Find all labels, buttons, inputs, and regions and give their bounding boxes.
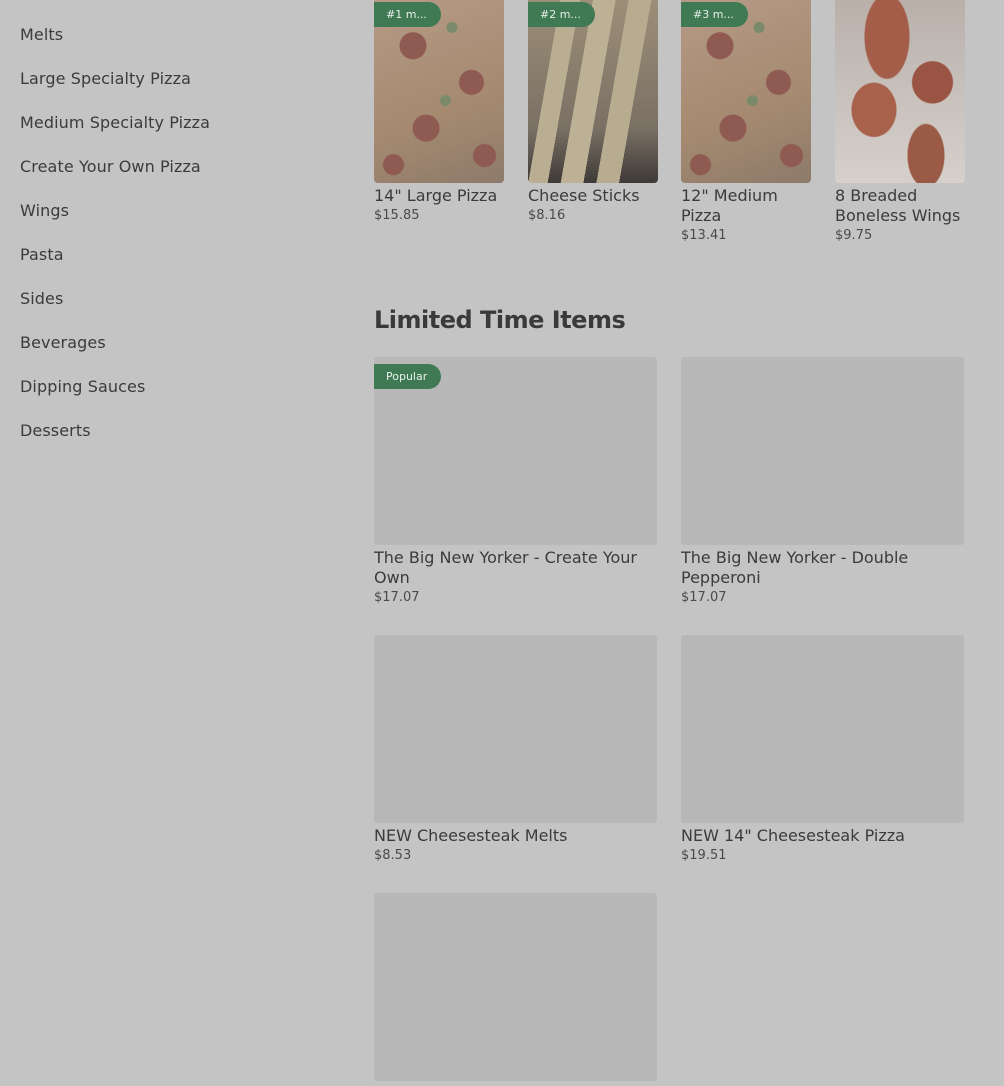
menu-page: Melts Large Specialty Pizza Medium Speci… (0, 0, 1004, 1086)
rank-badge: #2 m... (528, 2, 595, 27)
product-name: Cheese Sticks (528, 186, 640, 205)
sidebar-item-dipping-sauces[interactable]: Dipping Sauces (20, 364, 320, 408)
sidebar-item-beverages[interactable]: Beverages (20, 320, 320, 364)
sidebar-item-pasta[interactable]: Pasta (20, 232, 320, 276)
product-image: #3 m... (681, 0, 811, 183)
rank-badge: #1 m... (374, 2, 441, 27)
popular-item-card[interactable]: #2 m... Cheese Sticks $8.16 (528, 0, 658, 223)
product-price: $8.16 (528, 208, 566, 223)
product-name: NEW 14" Cheesesteak Pizza (681, 826, 905, 845)
product-price: $17.07 (374, 590, 420, 605)
sidebar-item-desserts[interactable]: Desserts (20, 408, 320, 452)
limited-item-card[interactable]: NEW Cheesesteak Melts $8.53 (374, 635, 657, 863)
product-name: The Big New Yorker - Double Pepperoni (681, 548, 909, 587)
product-image-placeholder (681, 635, 964, 823)
product-image-placeholder (374, 635, 657, 823)
product-image: #1 m... (374, 0, 504, 183)
popular-badge: Popular (374, 364, 442, 389)
product-price: $19.51 (681, 848, 727, 863)
product-price: $9.75 (835, 228, 873, 243)
sidebar-item-wings[interactable]: Wings (20, 188, 320, 232)
popular-items-row: #1 m... 14" Large Pizza $15.85 #2 m... C… (374, 0, 974, 260)
limited-item-card[interactable] (374, 893, 657, 1081)
sidebar-item-large-specialty-pizza[interactable]: Large Specialty Pizza (20, 56, 320, 100)
product-name: 14" Large Pizza (374, 186, 498, 205)
product-price: $8.53 (374, 848, 412, 863)
product-image (835, 0, 965, 183)
popular-item-card[interactable]: #1 m... 14" Large Pizza $15.85 (374, 0, 504, 223)
product-name: 8 Breaded Boneless Wings (835, 186, 961, 225)
product-image-placeholder: Popular (374, 357, 657, 545)
product-image-placeholder (374, 893, 657, 1081)
sidebar-item-melts[interactable]: Melts (20, 12, 320, 56)
product-name: 12" Medium Pizza (681, 186, 778, 225)
sidebar-item-create-your-own-pizza[interactable]: Create Your Own Pizza (20, 144, 320, 188)
limited-item-card[interactable]: Popular The Big New Yorker - Create Your… (374, 357, 657, 605)
popular-item-card[interactable]: 8 Breaded Boneless Wings $9.75 (835, 0, 965, 243)
rank-badge: #3 m... (681, 2, 748, 27)
product-name: The Big New Yorker - Create Your Own (374, 548, 637, 587)
product-image: #2 m... (528, 0, 658, 183)
product-price: $17.07 (681, 590, 727, 605)
product-price: $13.41 (681, 228, 727, 243)
product-image-placeholder (681, 357, 964, 545)
popular-item-card[interactable]: #3 m... 12" Medium Pizza $13.41 (681, 0, 811, 243)
limited-item-card[interactable]: NEW 14" Cheesesteak Pizza $19.51 (681, 635, 964, 863)
category-sidebar: Melts Large Specialty Pizza Medium Speci… (20, 12, 320, 452)
limited-time-section-title: Limited Time Items (374, 306, 626, 334)
sidebar-item-sides[interactable]: Sides (20, 276, 320, 320)
limited-item-card[interactable]: The Big New Yorker - Double Pepperoni $1… (681, 357, 964, 605)
product-name: NEW Cheesesteak Melts (374, 826, 568, 845)
product-price: $15.85 (374, 208, 420, 223)
sidebar-item-medium-specialty-pizza[interactable]: Medium Specialty Pizza (20, 100, 320, 144)
